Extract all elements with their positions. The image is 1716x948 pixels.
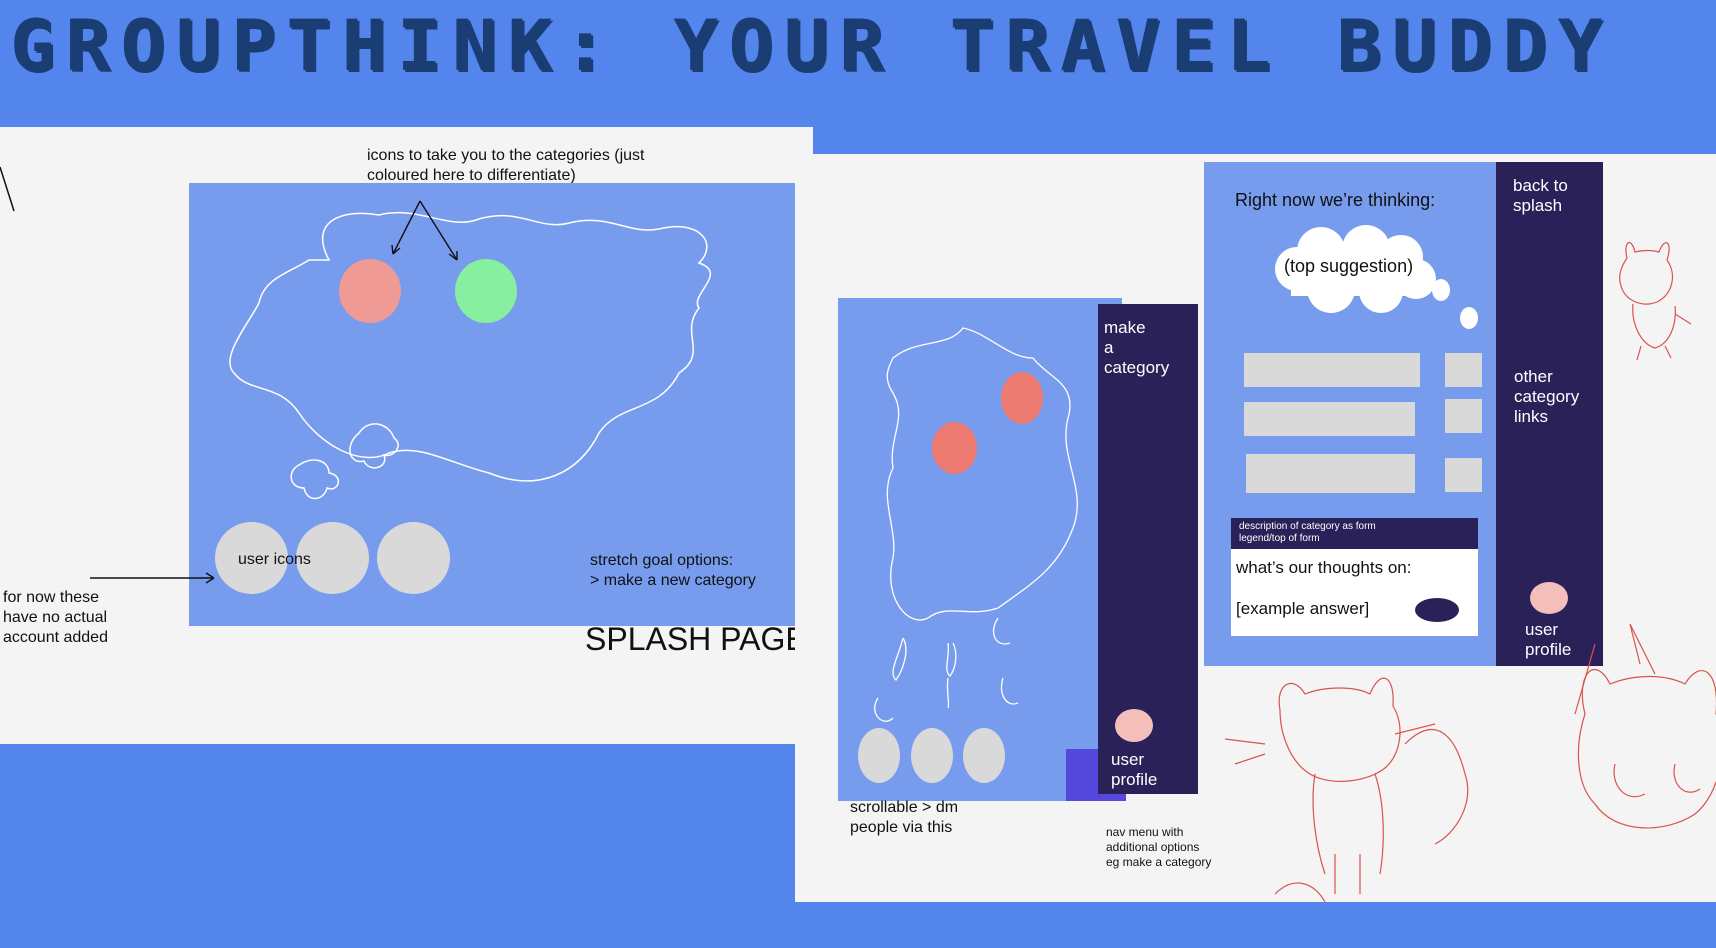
splash-board: icons to take you to the categories (jus… (0, 127, 813, 744)
note-accounts: for now these have no actual account add… (3, 589, 108, 646)
design-canvas: GROUPTHINK: YOUR TRAVEL BUDDY icons to t… (0, 0, 1716, 948)
page-title: GROUPTHINK: YOUR TRAVEL BUDDY (10, 5, 1613, 87)
cat-doodles (1224, 242, 1716, 902)
screens-board: make a category user profile scrollable … (795, 154, 1716, 902)
splash-page-label: SPLASH PAGE (585, 621, 807, 657)
